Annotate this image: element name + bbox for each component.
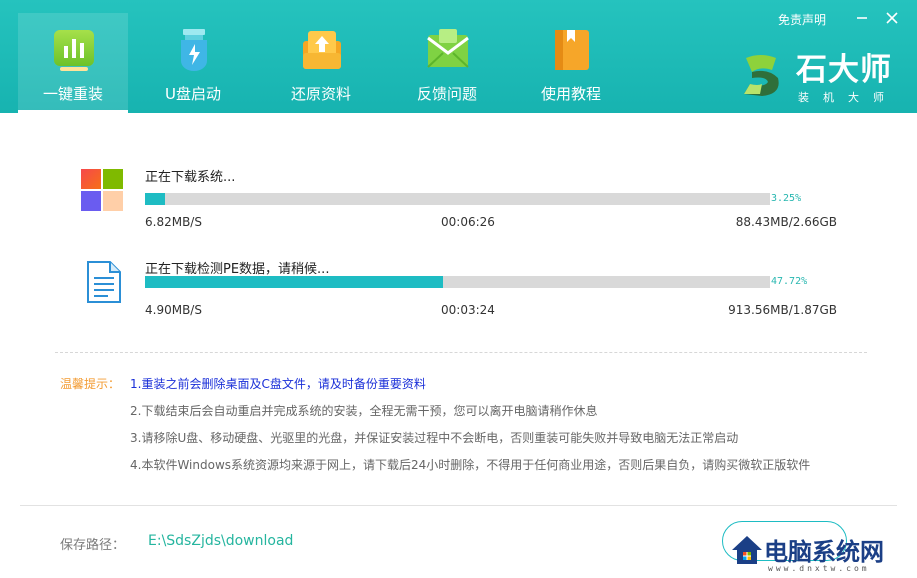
watermark-text: 电脑系统网 <box>764 538 884 566</box>
chart-icon <box>54 30 94 71</box>
tab-label: 一键重装 <box>42 85 103 103</box>
save-path-value[interactable]: E:\SdsZjds\download <box>148 533 293 549</box>
progress-bar <box>145 276 770 288</box>
close-icon[interactable] <box>882 8 902 28</box>
download-row-system: 正在下载系统... 3.25% 6.82MB/S 00:06:26 88.43M… <box>0 160 917 240</box>
download-size: 913.56MB/1.87GB <box>728 303 837 317</box>
download-title: 正在下载检测PE数据，请稍候... <box>145 262 330 277</box>
progress-percent: 3.25% <box>771 193 802 204</box>
tip-item: 3.请移除U盘、移动硬盘、光驱里的光盘，并保证安装过程中不会断电，否则重装可能失… <box>130 431 739 445</box>
progress-percent: 47.72% <box>771 276 808 287</box>
document-icon <box>87 261 121 303</box>
minimize-icon[interactable] <box>852 8 872 28</box>
brand-logo: 石大师 装机大师 <box>738 44 908 104</box>
tab-label: 还原资料 <box>290 85 351 103</box>
divider <box>55 352 867 353</box>
book-icon <box>555 30 589 70</box>
tab-tutorial[interactable]: 使用教程 <box>516 13 626 113</box>
remaining-time: 00:06:26 <box>441 215 495 229</box>
tip-item: 1.重装之前会删除桌面及C盘文件，请及时备份重要资料 <box>130 377 426 391</box>
usb-icon <box>181 29 207 71</box>
progress-fill <box>145 193 166 205</box>
progress-bar <box>145 193 770 205</box>
tips-label: 温馨提示： <box>60 377 121 391</box>
download-size: 88.43MB/2.66GB <box>735 215 837 229</box>
save-path-label: 保存路径： <box>60 538 126 553</box>
header-bar: 一键重装 U盘启动 还原资料 反馈问题 使用教程 免责声明 石大师 装机大师 <box>0 0 917 113</box>
tab-label: U盘启动 <box>165 85 221 103</box>
tab-one-click-reinstall[interactable]: 一键重装 <box>18 13 128 113</box>
tab-usb-boot[interactable]: U盘启动 <box>138 13 248 113</box>
restore-icon <box>303 31 341 69</box>
logo-mark-icon <box>744 55 779 96</box>
divider <box>20 505 897 506</box>
tip-item: 2.下载结束后会自动重启并完成系统的安装，全程无需干预，您可以离开电脑请稍作休息 <box>130 404 598 418</box>
download-title: 正在下载系统... <box>145 170 236 185</box>
brand-subtitle: 装机大师 <box>798 91 898 104</box>
tab-feedback[interactable]: 反馈问题 <box>392 13 502 113</box>
tab-restore-data[interactable]: 还原资料 <box>266 13 376 113</box>
brand-title: 石大师 <box>796 52 892 88</box>
house-icon <box>732 536 762 564</box>
download-speed: 6.82MB/S <box>145 215 202 229</box>
watermark-url: www.dnxtw.com <box>768 564 870 573</box>
tab-label: 反馈问题 <box>416 85 477 103</box>
remaining-time: 00:03:24 <box>441 303 495 317</box>
progress-fill <box>145 276 444 288</box>
watermark: 电脑系统网 www.dnxtw.com <box>728 530 914 576</box>
tab-label: 使用教程 <box>540 85 601 103</box>
windows-icon <box>81 169 123 211</box>
download-row-pe: 正在下载检测PE数据，请稍候... 47.72% 4.90MB/S 00:03:… <box>0 252 917 332</box>
mail-icon <box>427 29 469 68</box>
download-speed: 4.90MB/S <box>145 303 202 317</box>
tip-item: 4.本软件Windows系统资源均来源于网上，请下载后24小时删除，不得用于任何… <box>130 458 811 472</box>
disclaimer-link[interactable]: 免责声明 <box>778 11 826 28</box>
